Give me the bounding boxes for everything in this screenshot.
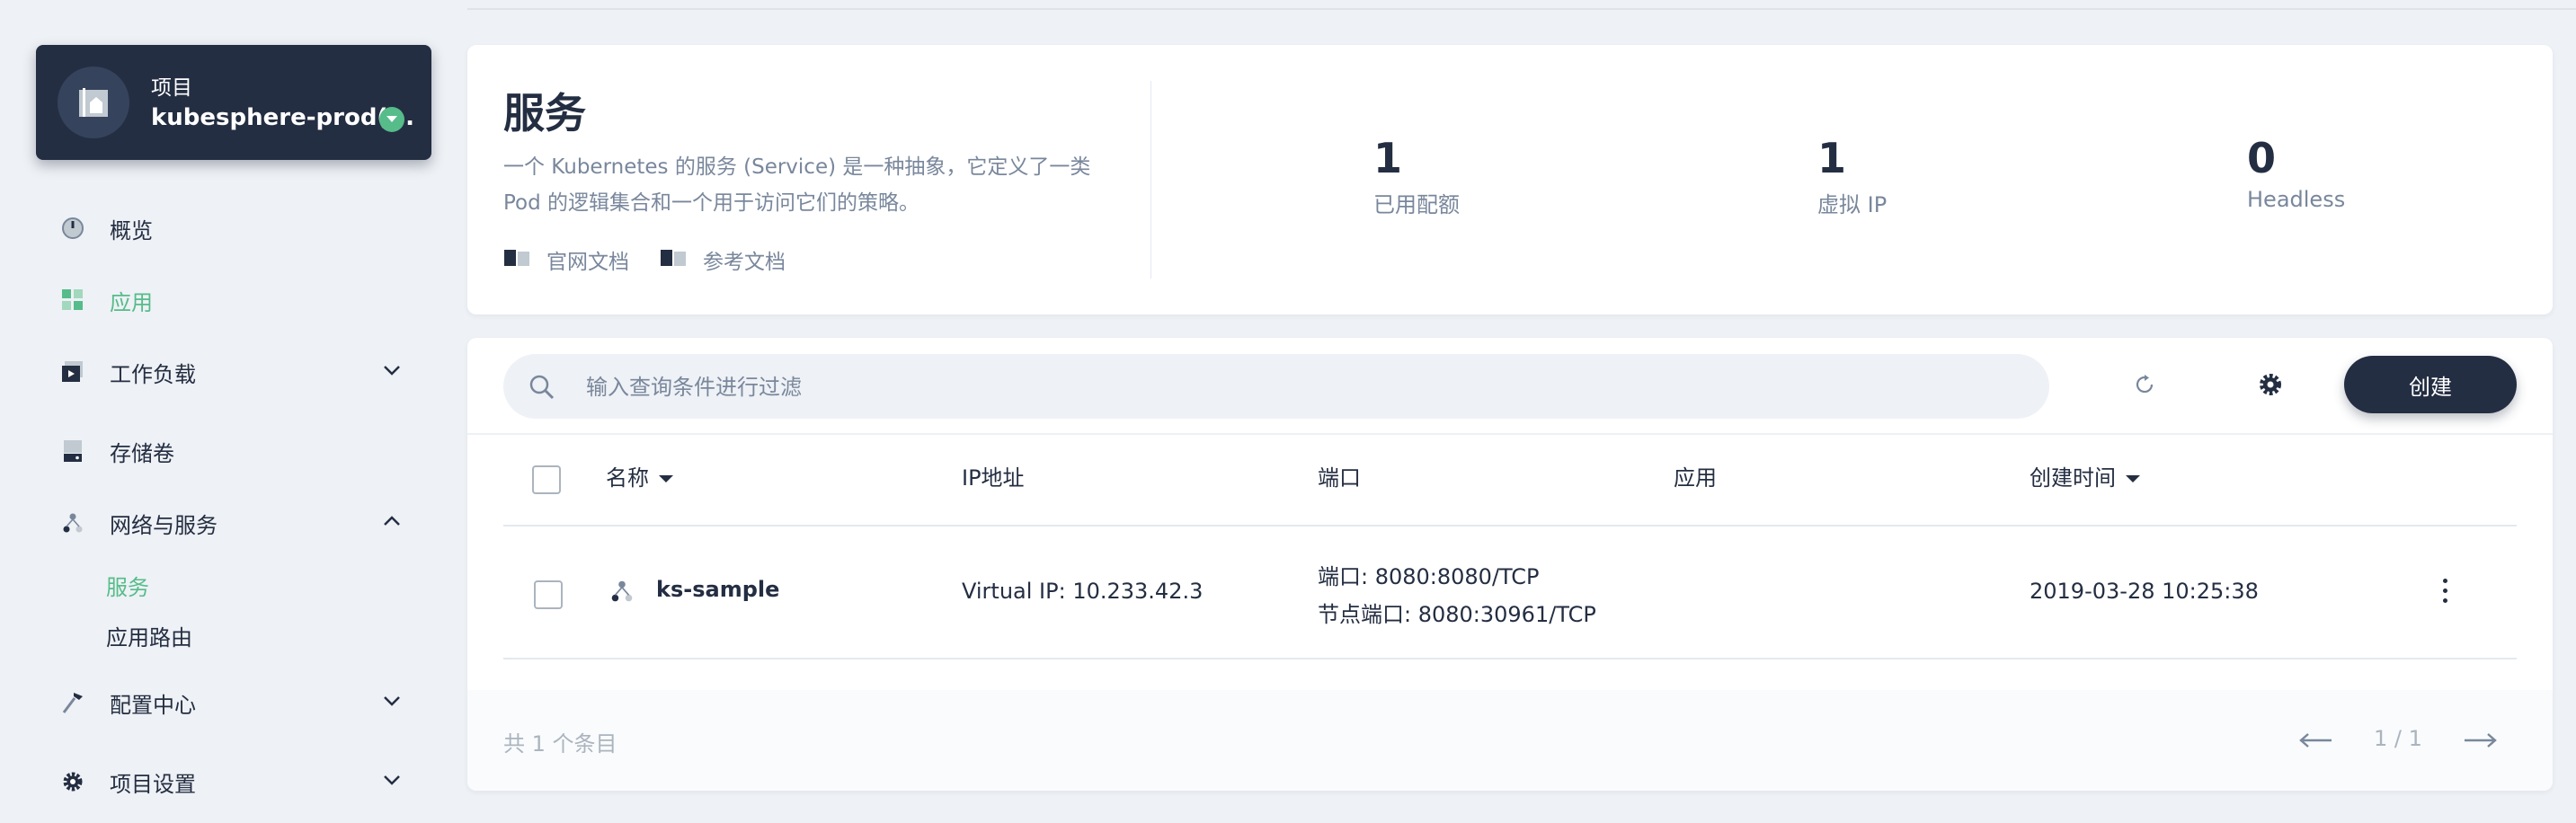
- stat-virtual-ip: 1 虚拟 IP: [1817, 135, 1887, 218]
- service-created-time: 2019-03-28 10:25:38: [2030, 579, 2259, 604]
- sidebar-item-label: 应用: [110, 290, 153, 315]
- chevron-down-icon[interactable]: [383, 364, 401, 376]
- services-table-panel: 创建 名称 IP地址 端口 应用 创建时间 ks-sample Virtual …: [467, 338, 2553, 791]
- service-node-port: 节点端口: 8080:30961/TCP: [1318, 602, 1596, 627]
- sidebar-item-config[interactable]: 配置中心: [61, 684, 421, 720]
- book-icon: [661, 250, 686, 266]
- stat-quota: 1 已用配额: [1373, 135, 1460, 218]
- hammer-icon: [62, 693, 83, 713]
- storage-icon: [64, 440, 82, 462]
- more-actions-icon[interactable]: [2439, 579, 2450, 607]
- sidebar-item-apps[interactable]: 应用: [61, 281, 421, 317]
- sidebar-item-label: 网络与服务: [110, 513, 218, 538]
- description-line: Pod 的逻辑集合和一个用于访问它们的策略。: [503, 191, 920, 215]
- sidebar-item-workloads[interactable]: 工作负载: [61, 353, 421, 389]
- select-all-checkbox[interactable]: [532, 465, 561, 494]
- chevron-up-icon[interactable]: [383, 515, 401, 527]
- sidebar-item-label: 配置中心: [110, 693, 196, 718]
- gear-icon: [2260, 374, 2281, 395]
- total-count: 共 1 个条目: [503, 731, 617, 757]
- header-row-divider: [503, 525, 2517, 527]
- row-checkbox[interactable]: [534, 580, 563, 609]
- stat-value: 1: [1373, 134, 1403, 182]
- page-description: 一个 Kubernetes 的服务 (Service) 是一种抽象，它定义了一类…: [503, 149, 1124, 221]
- chevron-down-icon[interactable]: [383, 695, 401, 707]
- workload-icon: [62, 361, 83, 382]
- project-switcher[interactable]: 项目 kubesphere-prod(...: [36, 45, 431, 160]
- column-header-label: 名称: [606, 465, 649, 491]
- column-header-name[interactable]: 名称: [606, 460, 674, 491]
- sidebar-item-label: 概览: [110, 218, 153, 243]
- apps-icon: [62, 289, 83, 310]
- settings-button[interactable]: [2252, 367, 2288, 403]
- service-icon: [611, 580, 633, 602]
- search-icon: [529, 375, 555, 400]
- sidebar-item-project-settings[interactable]: 项目设置: [61, 763, 421, 799]
- stat-label: Headless: [2247, 187, 2346, 212]
- arrow-right-icon[interactable]: [2463, 731, 2499, 749]
- search-input[interactable]: [584, 367, 2026, 408]
- dashboard-icon: [62, 217, 84, 239]
- search-bar[interactable]: [503, 354, 2049, 419]
- column-header-label: 创建时间: [2030, 465, 2116, 491]
- service-name-link[interactable]: ks-sample: [656, 577, 779, 602]
- official-docs-label: 官网文档: [546, 251, 629, 274]
- service-ip: Virtual IP: 10.233.42.3: [962, 579, 1204, 604]
- sidebar-subitem-routes[interactable]: 应用路由: [106, 620, 192, 651]
- sidebar-item-label: 存储卷: [110, 441, 174, 466]
- sidebar-item-network[interactable]: 网络与服务: [61, 504, 421, 540]
- arrow-left-icon[interactable]: [2297, 731, 2333, 749]
- network-icon: [63, 513, 83, 533]
- gear-icon: [63, 772, 83, 792]
- stat-label: 虚拟 IP: [1817, 192, 1888, 217]
- stat-headless: 0 Headless: [2247, 135, 2345, 212]
- project-avatar: [58, 66, 129, 138]
- sidebar-subitem-services[interactable]: 服务: [106, 570, 149, 601]
- sidebar-item-label: 工作负载: [110, 362, 196, 387]
- page-title: 服务: [503, 89, 586, 137]
- column-header-created[interactable]: 创建时间: [2030, 460, 2141, 491]
- service-port: 端口: 8080:8080/TCP: [1318, 564, 1540, 589]
- column-header-app: 应用: [1674, 465, 1717, 491]
- stat-label: 已用配额: [1373, 192, 1460, 217]
- stat-value: 0: [2247, 134, 2277, 182]
- column-header-port: 端口: [1318, 465, 1361, 491]
- sidebar-item-label: 项目设置: [110, 772, 196, 797]
- page-header: 服务 一个 Kubernetes 的服务 (Service) 是一种抽象，它定义…: [467, 45, 2553, 314]
- description-line: 一个 Kubernetes 的服务 (Service) 是一种抽象，它定义了一类: [503, 155, 1091, 179]
- project-name: kubesphere-prod(...: [151, 104, 414, 131]
- create-button[interactable]: 创建: [2344, 356, 2517, 413]
- table-footer: 共 1 个条目 1 / 1: [467, 690, 2553, 791]
- book-icon: [504, 250, 529, 266]
- project-label: 项目: [151, 76, 192, 100]
- stat-value: 1: [1817, 134, 1847, 182]
- row-divider: [503, 658, 2517, 659]
- page-indicator: 1 / 1: [2374, 726, 2422, 751]
- reference-docs-label: 参考文档: [703, 251, 786, 274]
- chevron-down-icon[interactable]: [379, 107, 404, 132]
- table-top-divider: [467, 433, 2553, 435]
- chevron-down-icon[interactable]: [383, 774, 401, 786]
- project-icon: [79, 88, 108, 117]
- sort-down-icon[interactable]: [658, 473, 674, 484]
- refresh-button[interactable]: [2127, 367, 2163, 403]
- sidebar-item-overview[interactable]: 概览: [61, 209, 421, 245]
- refresh-icon: [2136, 375, 2154, 394]
- column-header-ip: IP地址: [962, 465, 1025, 491]
- header-divider: [1150, 81, 1151, 279]
- sort-down-icon[interactable]: [2125, 473, 2141, 484]
- sidebar-item-storage[interactable]: 存储卷: [61, 432, 421, 468]
- top-divider: [467, 8, 2576, 10]
